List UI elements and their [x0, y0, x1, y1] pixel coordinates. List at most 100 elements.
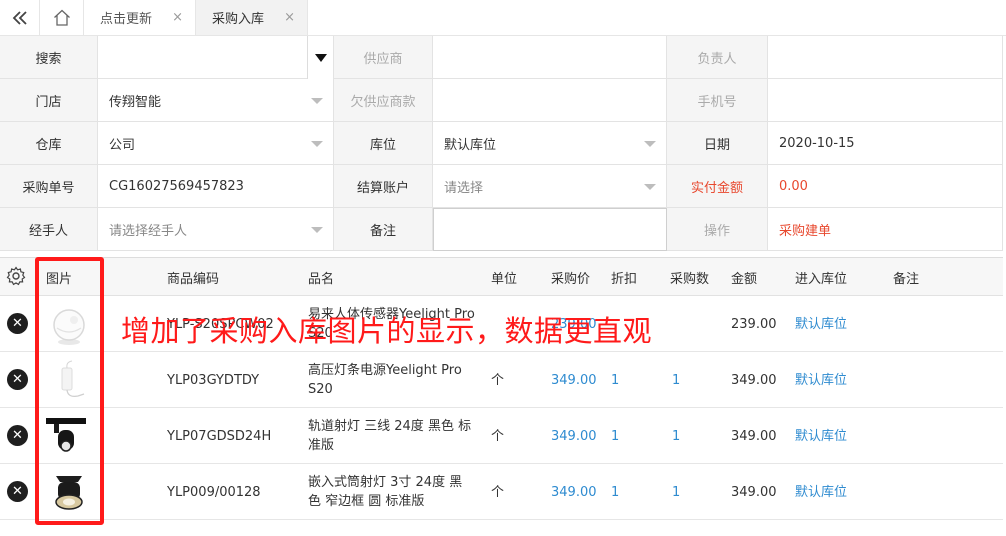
- form-row: 仓库 公司 库位 默认库位 日期 2020-10-15: [0, 122, 1003, 165]
- amount: 239.00: [731, 316, 777, 332]
- column-header-discount[interactable]: 折扣: [611, 258, 637, 296]
- column-header-unit[interactable]: 单位: [491, 258, 517, 296]
- purchase-price[interactable]: 349.00: [551, 352, 597, 408]
- product-name-line: 轨道射灯 三线 24度 黑色 标: [308, 419, 472, 434]
- column-header-qty[interactable]: 采购数: [670, 258, 709, 296]
- search-dropdown-button[interactable]: [307, 36, 333, 79]
- purchase-price[interactable]: 349.00: [551, 464, 597, 520]
- location-link[interactable]: 默认库位: [795, 352, 847, 408]
- location-value: 默认库位: [444, 137, 497, 153]
- product-name: 高压灯条电源Yeelight Pro S20: [308, 352, 488, 408]
- tab-label: 点击更新: [100, 12, 153, 27]
- phone-field[interactable]: [768, 79, 1003, 122]
- home-tab[interactable]: [40, 0, 84, 35]
- unit: 个: [491, 372, 505, 388]
- motion-sensor-icon: [53, 309, 85, 345]
- quantity[interactable]: 1: [672, 408, 680, 464]
- unit: 个: [491, 428, 505, 444]
- delete-row-button[interactable]: ✕: [7, 369, 28, 390]
- location-link[interactable]: 默认库位: [795, 408, 847, 464]
- warehouse-value: 公司: [109, 137, 136, 153]
- warehouse-select[interactable]: 公司: [98, 122, 334, 165]
- remark-input[interactable]: [433, 208, 667, 251]
- delete-row-button[interactable]: ✕: [7, 481, 28, 502]
- handler-select[interactable]: 请选择经手人: [98, 208, 334, 251]
- account-label: 结算账户: [334, 165, 433, 208]
- product-code: YLP03GYDTDY: [167, 372, 260, 388]
- gear-icon[interactable]: [6, 266, 26, 290]
- supplier-label: 供应商: [334, 36, 433, 79]
- home-icon: [53, 9, 70, 26]
- delete-row-button[interactable]: ✕: [7, 313, 28, 334]
- track-spotlight-icon: [46, 418, 86, 452]
- product-name: 轨道射灯 三线 24度 黑色 标 准版: [308, 408, 488, 464]
- discount[interactable]: 1: [611, 464, 619, 520]
- operation-label: 操作: [667, 208, 768, 251]
- location-link[interactable]: 默认库位: [795, 464, 847, 520]
- form-row: 搜索 供应商 负责人: [0, 36, 1003, 79]
- amount: 349.00: [731, 372, 777, 388]
- table-row: ✕ YLP009/00128 嵌入式筒射灯 3寸 24度 黑 色 窄边框 圆 标…: [0, 464, 1003, 520]
- account-select[interactable]: 请选择: [433, 165, 667, 208]
- caret-down-icon: [311, 227, 323, 233]
- amount: 349.00: [731, 484, 777, 500]
- column-header-remark[interactable]: 备注: [893, 258, 919, 296]
- product-code: YLP009/00128: [167, 484, 261, 500]
- purchase-price[interactable]: 349.00: [551, 408, 597, 464]
- owed-supplier-field[interactable]: [433, 79, 667, 122]
- column-header-name[interactable]: 品名: [308, 258, 334, 296]
- product-name-line: 色 窄边框 圆 标准版: [308, 494, 425, 509]
- product-name: 嵌入式筒射灯 3寸 24度 黑 色 窄边框 圆 标准版: [308, 464, 488, 520]
- table-row: ✕ YLP03GYDTDY 高压灯条电源Yeelight Pro S20 个 3…: [0, 352, 1003, 408]
- form-row: 门店 传翔智能 欠供应商款 手机号: [0, 79, 1003, 122]
- order-no-label: 采购单号: [0, 165, 98, 208]
- product-name-line: 准版: [308, 438, 335, 453]
- product-name-line: 高压灯条电源Yeelight Pro: [308, 363, 462, 378]
- paid-field[interactable]: 0.00: [768, 165, 1003, 208]
- quantity[interactable]: 1: [672, 352, 680, 408]
- delete-row-button[interactable]: ✕: [7, 425, 28, 446]
- tab-refresh[interactable]: 点击更新 ×: [84, 0, 196, 35]
- column-header-location[interactable]: 进入库位: [795, 258, 847, 296]
- manager-field[interactable]: [768, 36, 1003, 79]
- date-field[interactable]: 2020-10-15: [768, 122, 1003, 165]
- quantity[interactable]: 1: [672, 464, 680, 520]
- product-code: YLP07GDSD24H: [167, 428, 272, 444]
- tab-purchase-inbound[interactable]: 采购入库 ×: [196, 0, 308, 35]
- store-label: 门店: [0, 79, 98, 122]
- location-link[interactable]: 默认库位: [795, 296, 847, 352]
- annotation-text: 增加了采购入库图片的显示，数据更直观: [121, 314, 653, 348]
- product-name-line: 嵌入式筒射灯 3寸 24度 黑: [308, 475, 463, 490]
- search-label: 搜索: [0, 36, 98, 79]
- discount[interactable]: 1: [611, 352, 619, 408]
- location-label: 库位: [334, 122, 433, 165]
- column-header-image: 图片: [46, 271, 73, 287]
- power-supply-icon: [61, 360, 85, 397]
- close-icon: ✕: [12, 484, 23, 499]
- location-select[interactable]: 默认库位: [433, 122, 667, 165]
- close-icon: ✕: [12, 428, 23, 443]
- date-value: 2020-10-15: [779, 135, 855, 151]
- operation-value[interactable]: 采购建单: [768, 208, 1003, 251]
- supplier-field[interactable]: [433, 36, 667, 79]
- unit: 个: [491, 484, 505, 500]
- table-header: 图片 商品编码 品名 单位 采购价 折扣 采购数 金额 进入库位 备注: [0, 257, 1003, 296]
- date-label: 日期: [667, 122, 768, 165]
- close-icon[interactable]: ×: [284, 10, 295, 25]
- caret-down-icon: [644, 184, 656, 190]
- product-name-line: S20: [308, 382, 333, 397]
- close-icon: ✕: [12, 316, 23, 331]
- close-icon[interactable]: ×: [172, 10, 183, 25]
- search-input[interactable]: [98, 36, 334, 79]
- column-header-code[interactable]: 商品编码: [167, 258, 219, 296]
- downlight-icon: [55, 476, 83, 510]
- column-header-amount[interactable]: 金额: [731, 258, 757, 296]
- column-header-price[interactable]: 采购价: [551, 258, 590, 296]
- order-no-field[interactable]: CG16027569457823: [98, 165, 334, 208]
- form-row: 经手人 请选择经手人 备注 操作 采购建单: [0, 208, 1003, 251]
- collapse-sidebar-button[interactable]: [0, 0, 40, 35]
- close-icon: ✕: [12, 372, 23, 387]
- remark-label: 备注: [334, 208, 433, 251]
- store-select[interactable]: 传翔智能: [98, 79, 334, 122]
- discount[interactable]: 1: [611, 408, 619, 464]
